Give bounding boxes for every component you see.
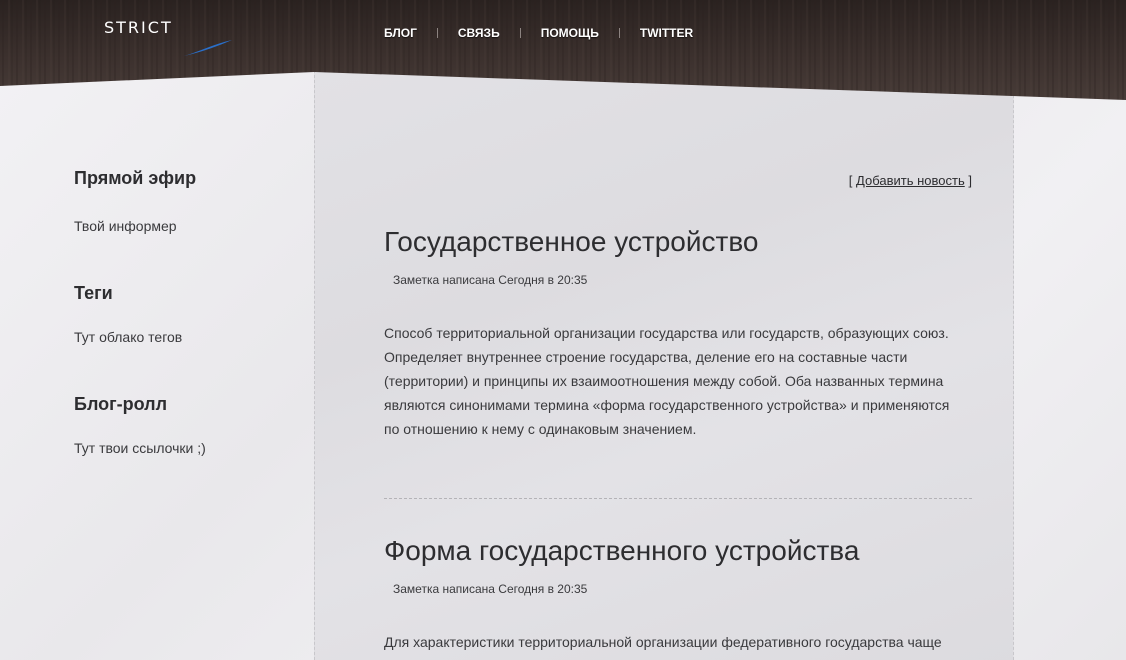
main-nav: БЛОГ СВЯЗЬ ПОМОЩЬ TWITTER xyxy=(384,26,693,40)
sidebar-title-live: Прямой эфир xyxy=(74,168,197,188)
post-body-text: Способ территориальной организации госуд… xyxy=(384,325,950,437)
nav-separator xyxy=(519,28,521,38)
sidebar-text-informer: Твой информер xyxy=(74,218,177,234)
add-news-link-wrapper: [ Добавить новость ] xyxy=(849,173,972,188)
post-meta: Заметка написана Сегодня в 20:35 xyxy=(393,582,588,596)
post-meta: Заметка написана Сегодня в 20:35 xyxy=(393,273,588,287)
post-title[interactable]: Государственное устройство xyxy=(384,226,758,258)
post-divider xyxy=(384,498,972,499)
nav-separator xyxy=(618,28,620,38)
nav-item-twitter[interactable]: TWITTER xyxy=(640,26,693,40)
nav-separator xyxy=(436,28,438,38)
sidebar-title-tags: Теги xyxy=(74,283,113,303)
bracket-close: ] xyxy=(968,173,972,188)
nav-item-help[interactable]: ПОМОЩЬ xyxy=(541,26,599,40)
logo-swoosh-icon xyxy=(184,40,232,56)
nav-item-blog[interactable]: БЛОГ xyxy=(384,26,417,40)
post-body: Способ территориальной организации госуд… xyxy=(384,321,964,441)
sidebar-text-tag-cloud: Тут облако тегов xyxy=(74,329,183,345)
nav-item-contact[interactable]: СВЯЗЬ xyxy=(458,26,500,40)
page: STRICT БЛОГ СВЯЗЬ ПОМОЩЬ TWITTER Прямой … xyxy=(0,0,1126,660)
add-news-link[interactable]: Добавить новость xyxy=(856,173,965,188)
post-body-text: Для характеристики территориальной орган… xyxy=(384,634,942,650)
post-title[interactable]: Форма государственного устройства xyxy=(384,535,859,567)
sidebar-title-blogroll: Блог-ролл xyxy=(74,394,168,414)
site-logo[interactable]: STRICT xyxy=(104,18,234,62)
post-body: Для характеристики территориальной орган… xyxy=(384,630,964,654)
logo-text: STRICT xyxy=(104,18,173,37)
sidebar-text-links: Тут твои ссылочки ;) xyxy=(74,440,206,456)
bracket-open: [ xyxy=(848,173,853,188)
